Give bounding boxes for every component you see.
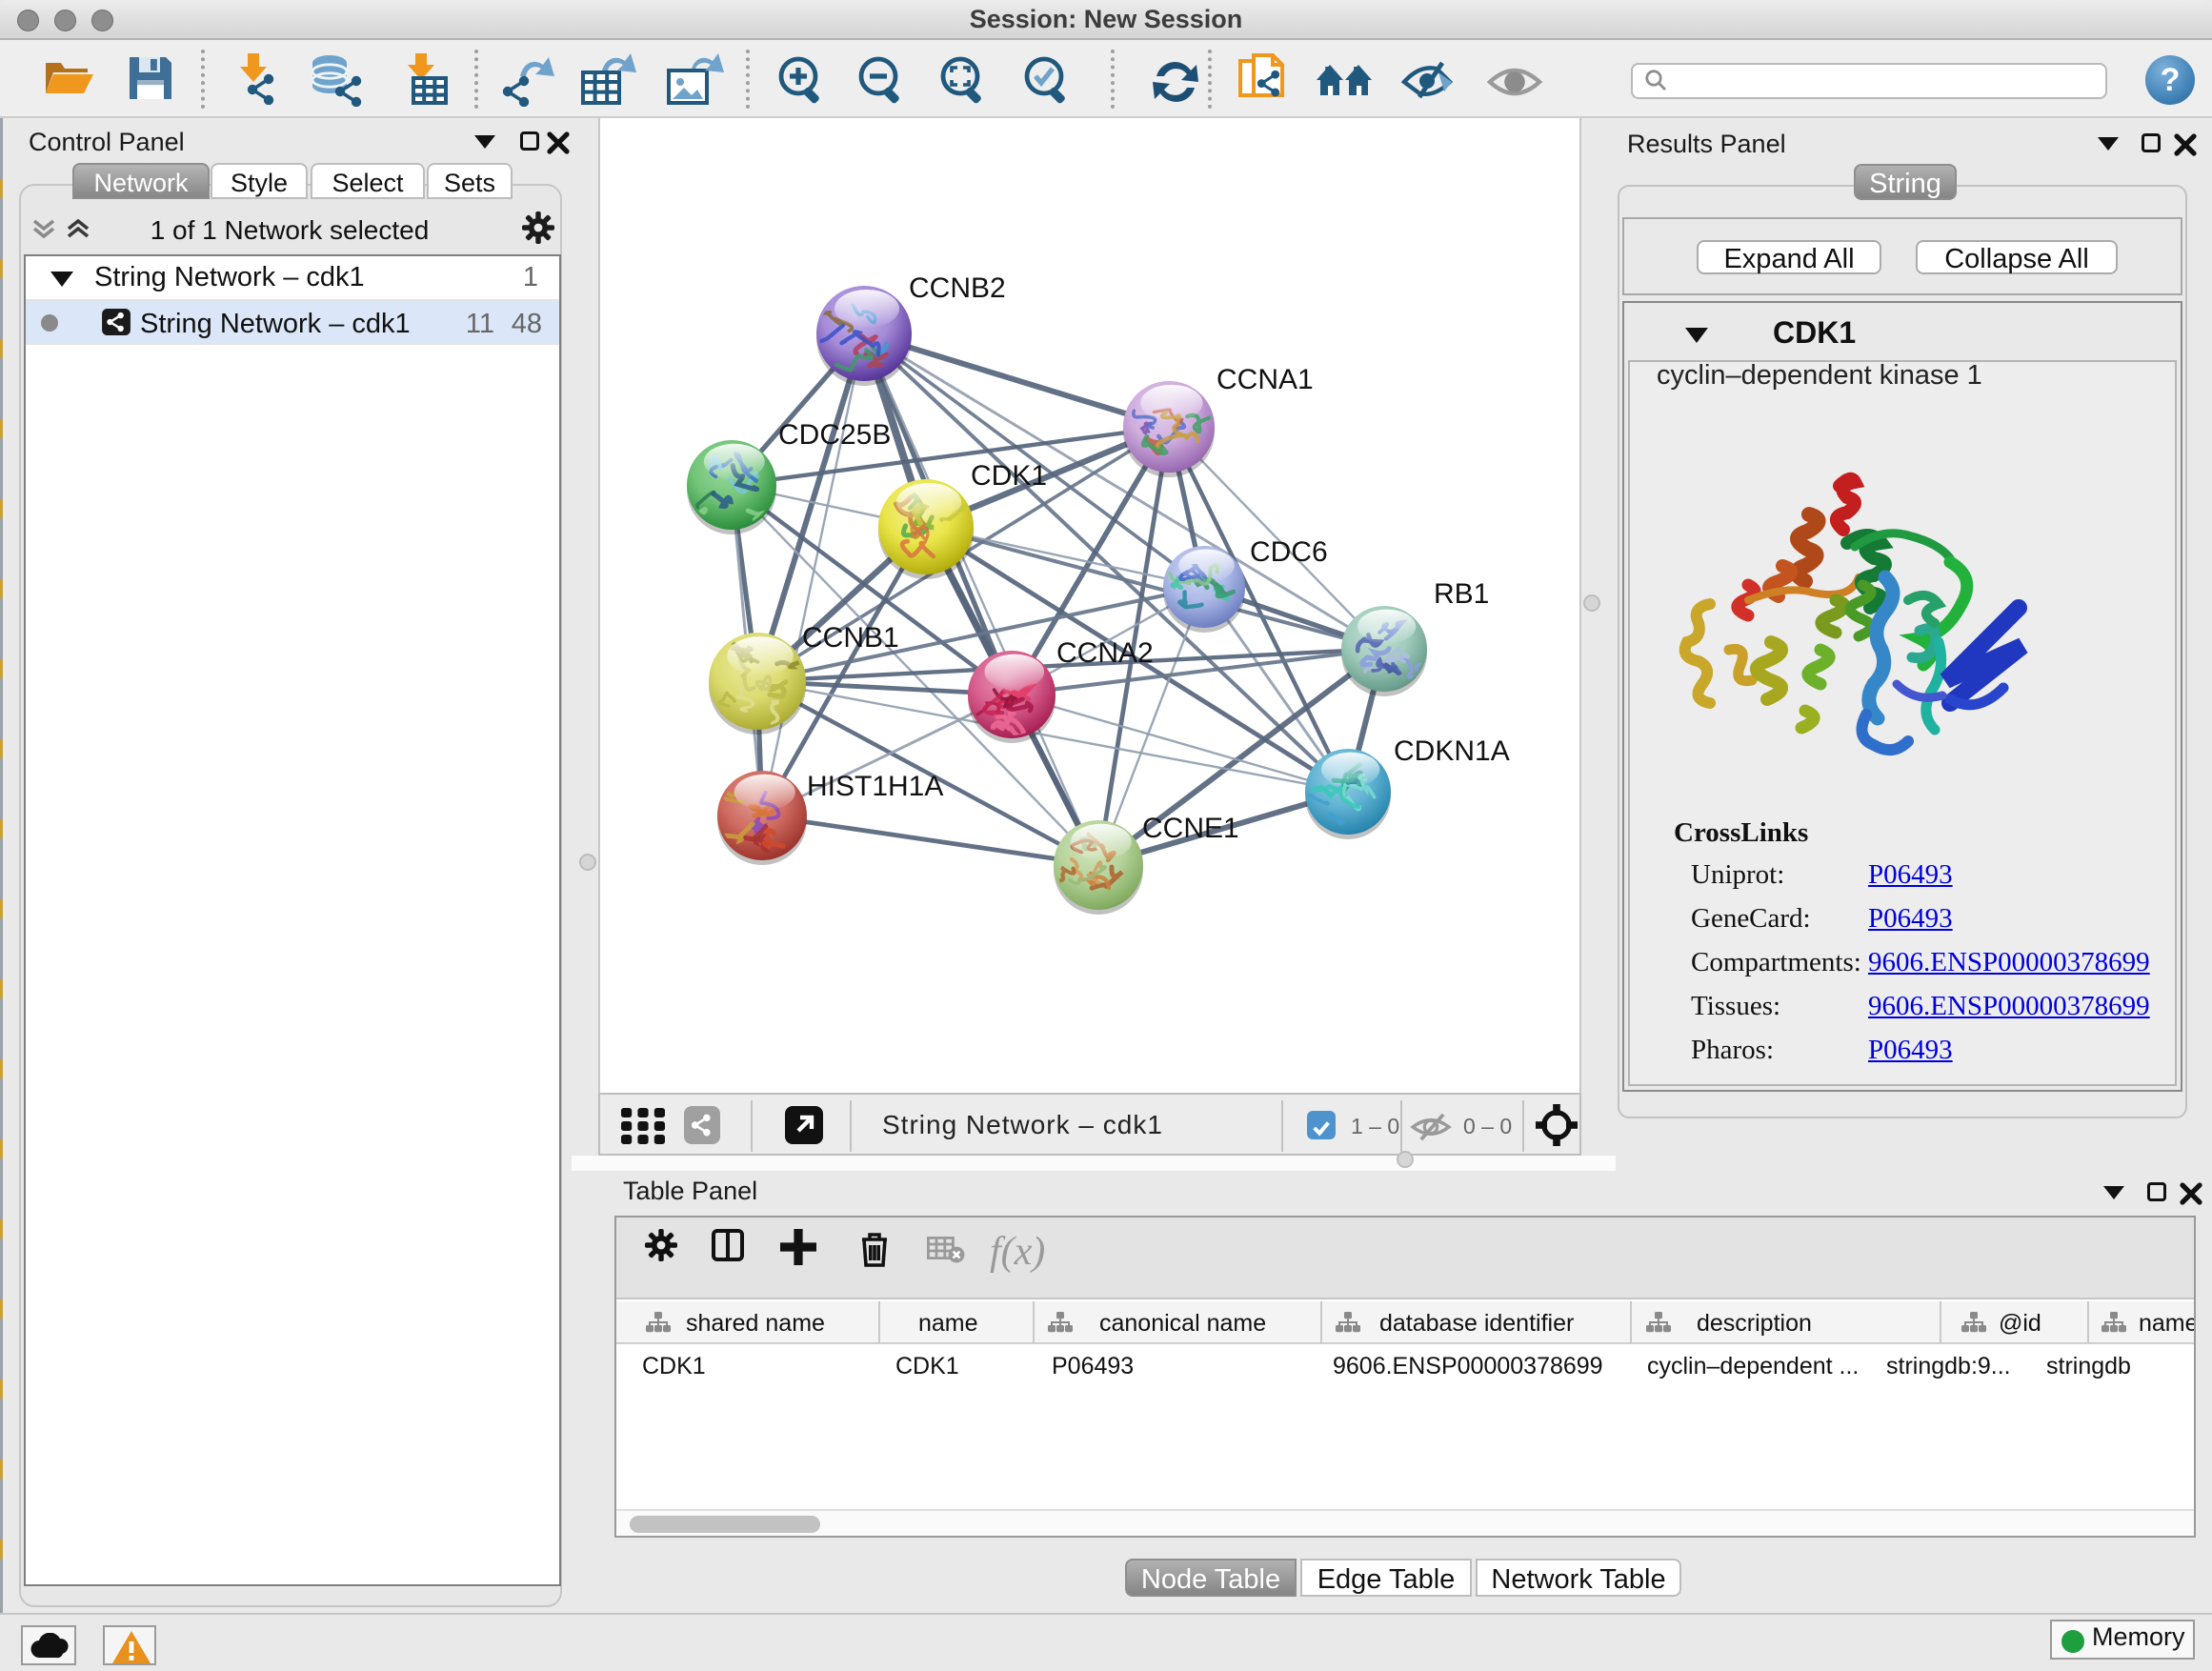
svg-text:HIST1H1A: HIST1H1A bbox=[807, 771, 943, 802]
svg-text:CDC6: CDC6 bbox=[1250, 536, 1328, 568]
svg-text:CCNA2: CCNA2 bbox=[1056, 637, 1154, 669]
svg-text:RB1: RB1 bbox=[1434, 578, 1489, 610]
svg-text:CDKN1A: CDKN1A bbox=[1394, 735, 1510, 767]
svg-text:CDC25B: CDC25B bbox=[778, 419, 891, 451]
svg-text:CDK1: CDK1 bbox=[971, 460, 1047, 492]
svg-text:CCNA1: CCNA1 bbox=[1217, 364, 1314, 395]
svg-text:CCNB2: CCNB2 bbox=[909, 272, 1006, 304]
svg-text:CCNE1: CCNE1 bbox=[1142, 813, 1239, 844]
svg-text:CCNB1: CCNB1 bbox=[802, 622, 899, 654]
